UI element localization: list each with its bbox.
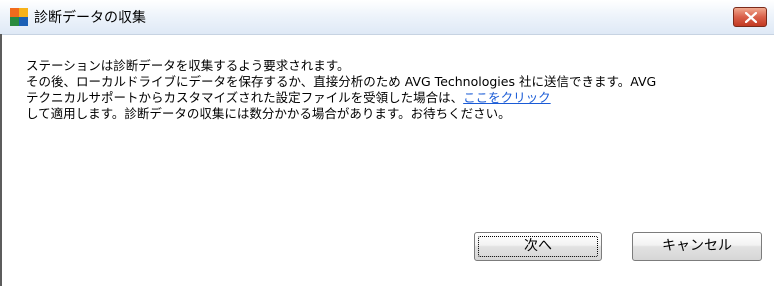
message-line-4: して適用します。診断データの収集には数分かかる場合があります。お待ちください。 <box>26 106 511 121</box>
message-line-2: その後、ローカルドライブにデータを保存するか、直接分析のため AVG Techn… <box>26 74 657 89</box>
avg-logo-icon <box>10 8 28 26</box>
focus-ring <box>478 236 598 257</box>
window-left-edge <box>0 34 2 286</box>
message-line-3: テクニカルサポートからカスタマイズされた設定ファイルを受領した場合は、ここをクリ… <box>26 90 766 106</box>
close-button[interactable] <box>733 7 767 27</box>
cancel-button[interactable]: キャンセル <box>632 232 762 261</box>
window-title: 診断データの収集 <box>34 10 146 26</box>
dialog-window: 診断データの収集 ステーションは診断データを収集するよう要求されます。 その後、… <box>0 0 774 286</box>
cancel-button-label: キャンセル <box>662 238 732 254</box>
message-line-3-text: テクニカルサポートからカスタマイズされた設定ファイルを受領した場合は、 <box>26 90 464 105</box>
next-button[interactable]: 次へ <box>474 232 602 261</box>
message-text: ステーションは診断データを収集するよう要求されます。 その後、ローカルドライブに… <box>26 58 766 122</box>
close-icon <box>745 12 757 23</box>
click-here-link[interactable]: ここをクリック <box>463 90 551 105</box>
message-line-1: ステーションは診断データを収集するよう要求されます。 <box>26 58 350 73</box>
title-bar[interactable]: 診断データの収集 <box>0 0 774 35</box>
